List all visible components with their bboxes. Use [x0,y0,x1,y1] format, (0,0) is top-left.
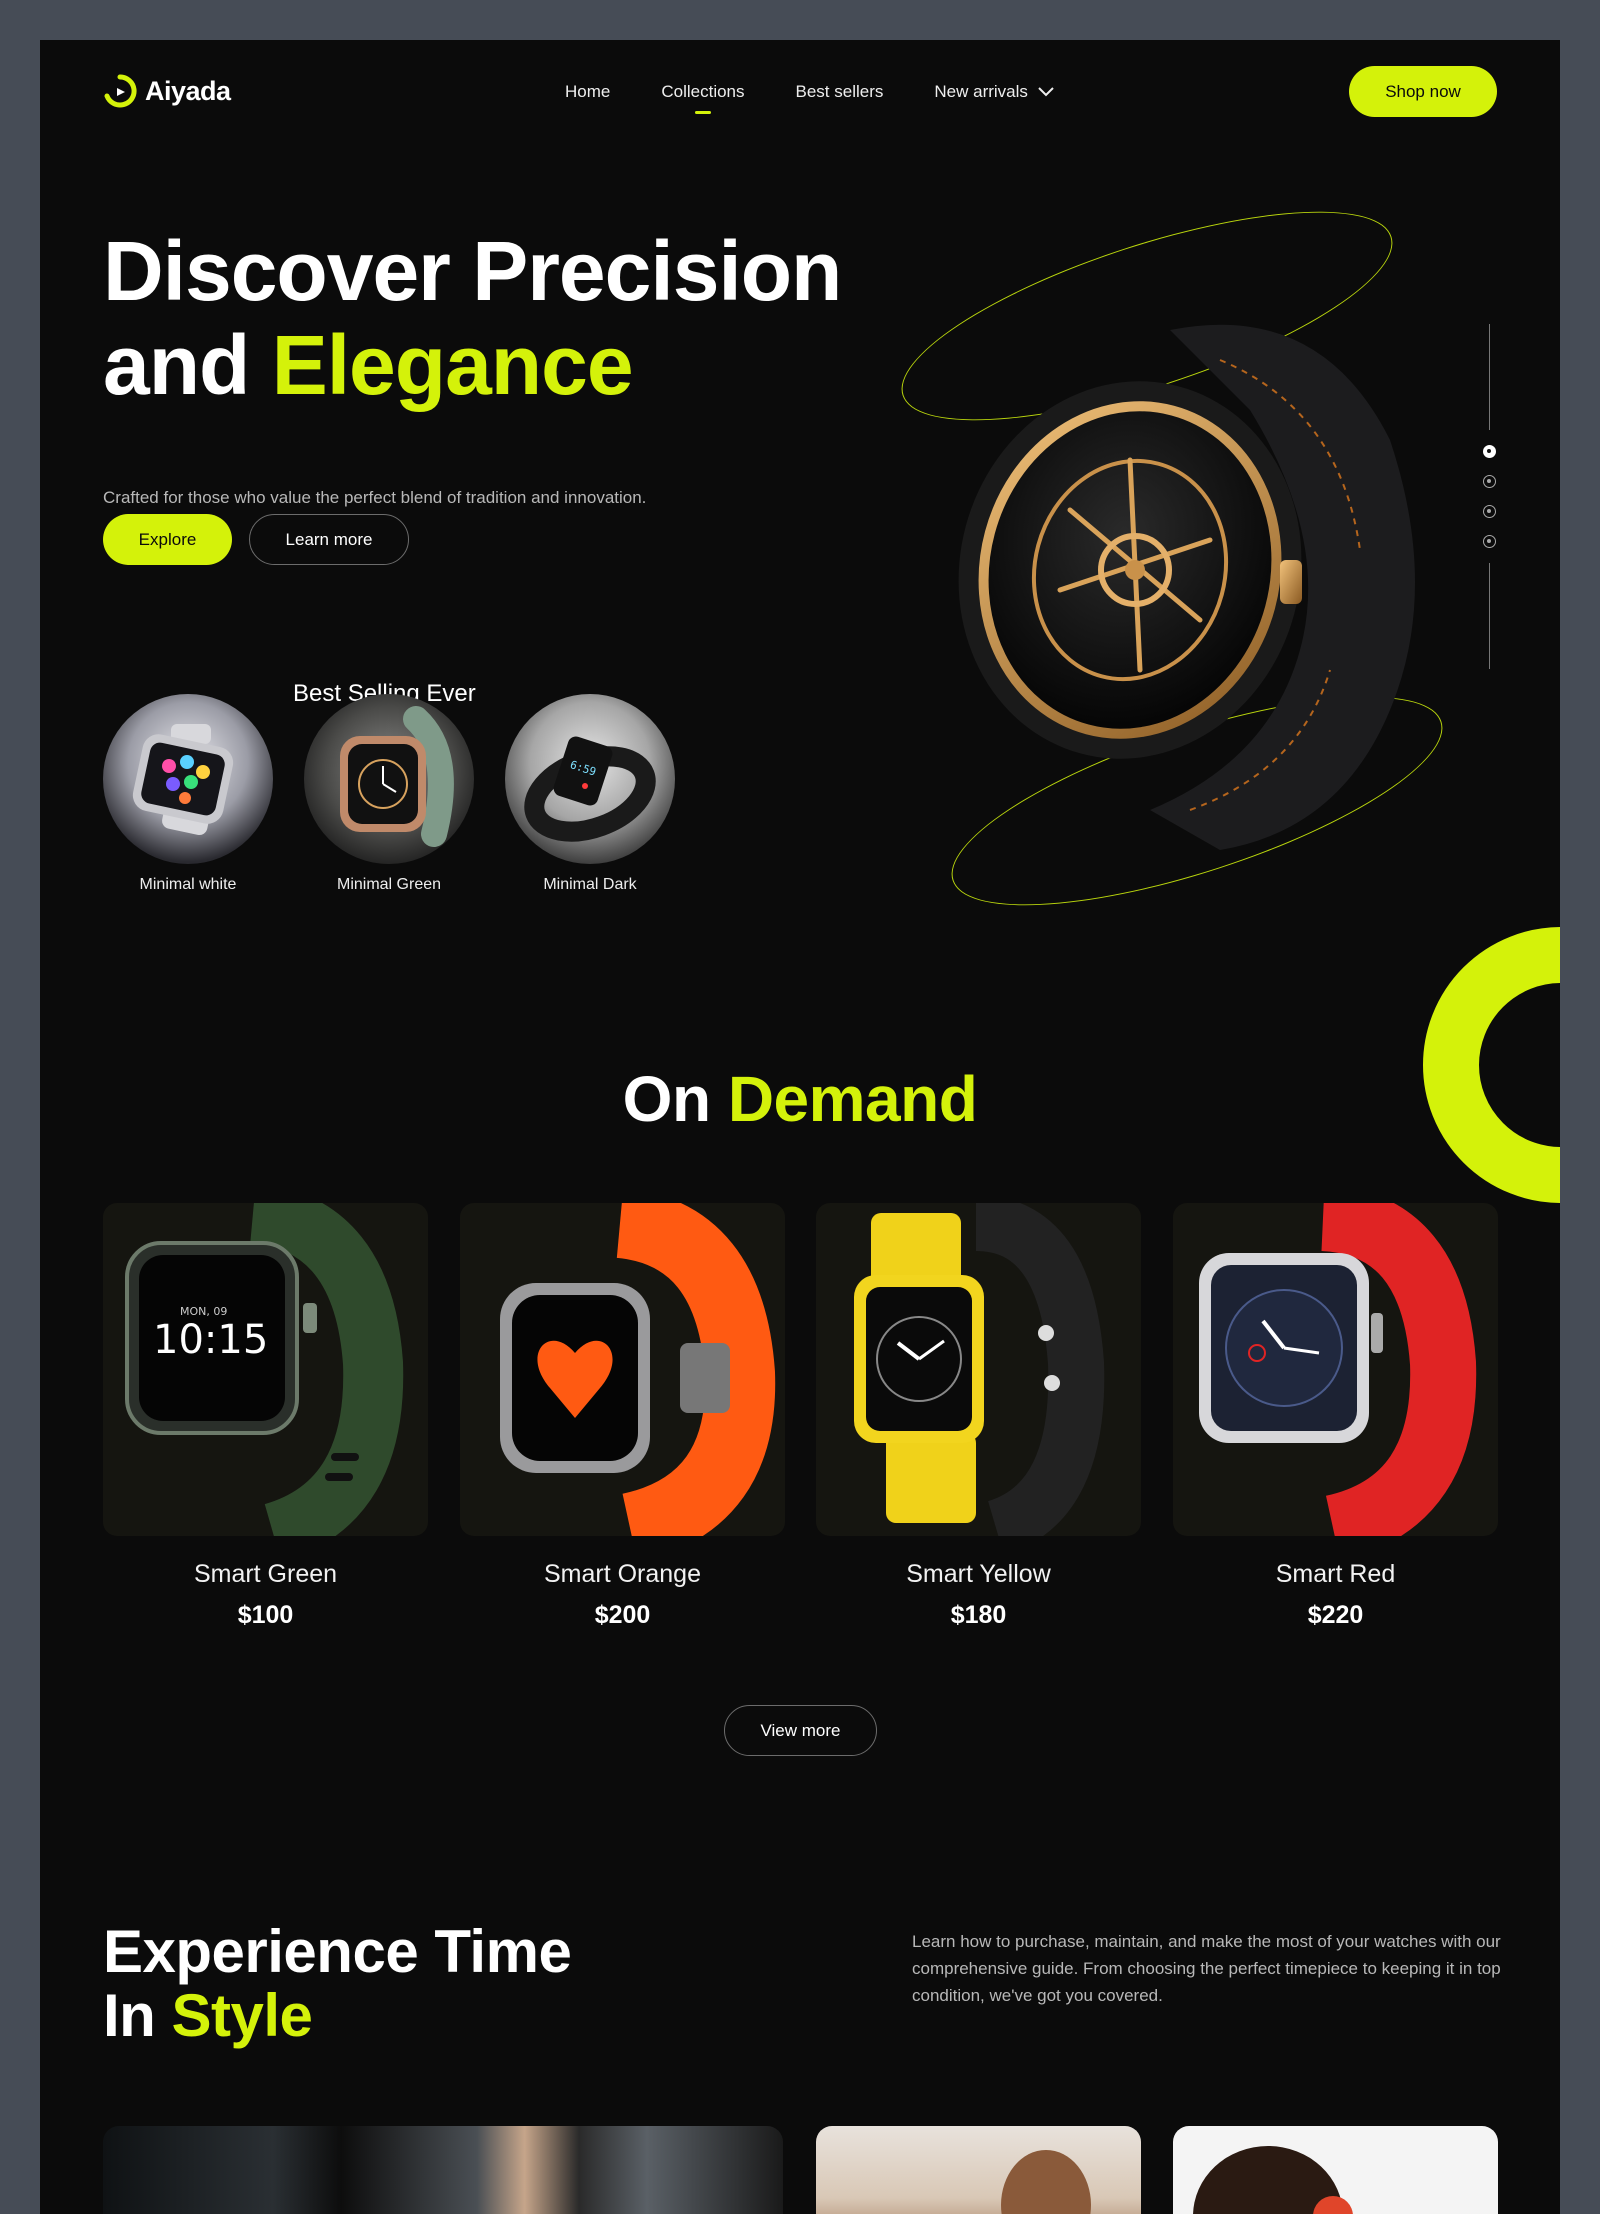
best-item-label: Minimal Dark [543,876,637,893]
watch-image [103,694,273,864]
slider-dot-4[interactable] [1483,535,1496,548]
product-smart-orange[interactable]: Smart Orange $200 [460,1203,785,1630]
on-demand-title-plain: On [622,1063,711,1135]
watch-image: 6:59 [505,694,675,864]
best-item-minimal-white[interactable]: Minimal white [103,694,273,894]
watch-yellow-icon [854,1203,1105,1536]
best-item-label: Minimal white [139,876,237,893]
on-demand-title: On Demand [40,1062,1560,1136]
lifestyle-photo-3[interactable] [1173,2126,1498,2214]
slider-dot-1[interactable] [1483,445,1496,458]
hero-title-highlight: Elegance [271,318,634,412]
product-name: Smart Orange [543,1560,701,1588]
brand-name: Aiyada [145,75,231,106]
watch-green-icon: MON, 09 10:15 [125,1203,404,1536]
logo-icon [104,74,137,108]
person-silhouette [1001,2150,1091,2214]
product-price: $200 [594,1601,651,1629]
hero-title: Discover Precision and Elegance [103,224,842,412]
watch-green-icon [340,706,454,847]
product-price: $100 [237,1601,294,1629]
hero-title-line1: Discover Precision [103,224,842,318]
watch-image [304,694,474,864]
experience-title-highlight: Style [171,1982,313,2049]
nav-new-arrivals-label: New arrivals [934,82,1028,101]
product-price: $220 [1307,1601,1364,1629]
view-more-button[interactable]: View more [724,1705,877,1756]
nav-collections[interactable]: Collections [661,82,745,114]
product-smart-green[interactable]: MON, 09 10:15 Smart Green $100 [103,1203,428,1630]
shop-now-button[interactable]: Shop now [1349,66,1497,117]
experience-title-in: In [103,1982,156,2049]
watch-time: 10:15 [153,1317,268,1363]
on-demand-title-highlight: Demand [727,1063,978,1135]
slider-dot-3[interactable] [1483,505,1496,518]
watch-white-icon [132,724,234,835]
lifestyle-photo-2[interactable] [816,2126,1141,2214]
lifestyle-photo-1[interactable] [103,2126,783,2214]
watch-dark-icon: 6:59 [524,736,656,842]
product-name: Smart Green [193,1560,338,1588]
product-image: MON, 09 10:15 [103,1203,428,1536]
best-item-label: Minimal Green [336,876,442,893]
watch-red-icon [1199,1203,1477,1536]
slider-line-bottom [1489,563,1490,669]
product-price: $180 [950,1601,1007,1629]
chevron-down-icon [1038,87,1054,97]
nav-home[interactable]: Home [565,82,610,102]
explore-button[interactable]: Explore [103,514,232,565]
hero-title-and: and [103,318,250,412]
main-nav: Home Collections Best sellers New arriva… [565,40,1105,144]
slider-line-top [1489,324,1490,430]
best-item-minimal-green[interactable]: Minimal Green [304,694,474,894]
best-item-minimal-dark[interactable]: 6:59 Minimal Dark [505,694,675,894]
brand-logo[interactable]: Aiyada [103,74,231,108]
product-name: Smart Red [1275,1560,1396,1588]
product-smart-yellow[interactable]: Smart Yellow $180 [816,1203,1141,1630]
page: Aiyada Home Collections Best sellers New… [40,40,1560,2214]
product-image [1173,1203,1498,1536]
slider-dot-2[interactable] [1483,475,1496,488]
product-image [460,1203,785,1536]
hero-watch-image [958,324,1415,850]
experience-title-line1: Experience Time [103,1918,572,1985]
experience-title: Experience Time In Style [103,1918,572,2049]
nav-best-sellers[interactable]: Best sellers [796,82,884,102]
product-image [816,1203,1141,1536]
product-smart-red[interactable]: Smart Red $220 [1173,1203,1498,1630]
watch-orange-icon [500,1203,776,1536]
hero-subtitle: Crafted for those who value the perfect … [103,488,647,507]
experience-description: Learn how to purchase, maintain, and mak… [912,1932,1501,2005]
learn-more-button[interactable]: Learn more [249,514,409,565]
nav-new-arrivals[interactable]: New arrivals [934,82,1054,102]
product-name: Smart Yellow [906,1560,1051,1588]
